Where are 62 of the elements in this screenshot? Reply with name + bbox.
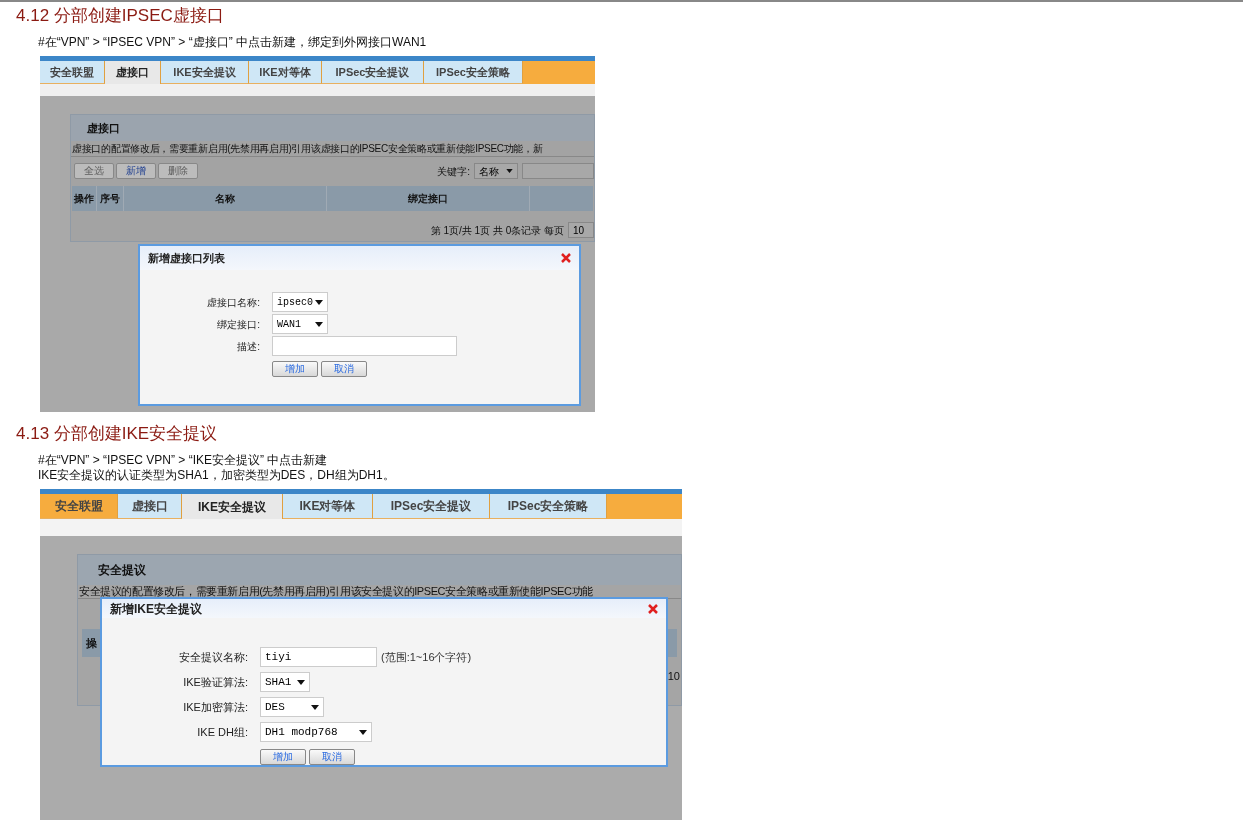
field-label: 绑定接口: <box>216 317 261 332</box>
column-header: 绑定接口 <box>327 186 530 211</box>
panel-title: 虚接口 <box>87 120 120 136</box>
dialog-button[interactable]: 取消 <box>309 749 355 765</box>
note-text: IKE安全提议的认证类型为SHA1，加密类型为DES，DH组为DH1。 <box>38 468 396 483</box>
keyword-label: 关键字: <box>437 164 470 179</box>
notice-text: 安全提议的配置修改后，需要重新启用(先禁用再启用)引用该安全提议的IPSEC安全策略或重新使能IPSEC功能 <box>79 584 593 600</box>
input-field[interactable]: tiyi <box>260 647 377 667</box>
page-size-field[interactable]: 10 <box>667 667 681 685</box>
tab[interactable]: IKE对等体 <box>249 61 322 84</box>
note-text: #在“VPN” > “IPSEC VPN” > “IKE安全提议” 中点击新建 <box>38 453 329 468</box>
dialog-button[interactable]: 增加 <box>272 361 318 377</box>
caret-icon <box>315 321 323 327</box>
field-label: IKE加密算法: <box>182 699 249 715</box>
tab[interactable]: IPSec安全提议 <box>373 494 490 519</box>
field-label: 描述: <box>236 339 261 354</box>
dialog-title: 新增IKE安全提议 <box>110 600 202 618</box>
tab[interactable]: IKE安全提议 <box>161 61 249 84</box>
input-field[interactable] <box>272 336 457 356</box>
pager-text: 第 1页/共 1页 共 0条记录 每页 <box>430 223 564 238</box>
caret-icon <box>506 169 513 173</box>
field-label: IKE验证算法: <box>182 674 249 690</box>
dialog-button[interactable]: 增加 <box>260 749 306 765</box>
caret-icon <box>311 704 319 710</box>
close-icon[interactable] <box>561 253 571 263</box>
tab[interactable]: IKE安全提议 <box>182 494 283 519</box>
dropdown[interactable]: ipsec0 <box>272 292 328 312</box>
note-text: #在“VPN” > “IPSEC VPN” > “虚接口” 中点击新建，绑定到外网接口WAN1 <box>38 35 428 50</box>
close-icon[interactable] <box>648 603 658 614</box>
dialog-button[interactable]: 取消 <box>321 361 367 377</box>
dropdown[interactable]: DH1 modp768 <box>260 722 372 742</box>
hint-text: (范围:1~16个字符) <box>381 649 472 665</box>
field-label: 安全提议名称: <box>177 649 249 665</box>
page-size-field[interactable]: 10 <box>568 222 594 238</box>
field-label: IKE DH组: <box>196 724 249 740</box>
column-header: 名称 <box>124 186 327 211</box>
dialog-title: 新增虚接口列表 <box>148 250 225 266</box>
field-label: 虚接口名称: <box>206 295 261 310</box>
caret-icon <box>297 679 305 685</box>
toolbar-button[interactable]: 新增 <box>116 163 156 179</box>
column-header: 序号 <box>97 186 124 211</box>
column-header: 操 <box>86 635 97 651</box>
dropdown[interactable]: 名称 <box>474 163 518 179</box>
caret-icon <box>359 729 367 735</box>
notice-text: 虚接口的配置修改后，需要重新启用(先禁用再启用)引用该虚接口的IPSEC安全策略或重新使能IPSEC功能，新 <box>72 142 543 156</box>
section-heading: 4.13 分部创建IKE安全提议 <box>15 423 219 445</box>
panel-title: 安全提议 <box>98 562 146 579</box>
tab[interactable]: IKE对等体 <box>283 494 373 519</box>
tab[interactable]: 虚接口 <box>118 494 182 519</box>
tab[interactable]: IPSec安全策略 <box>490 494 607 519</box>
tab[interactable]: 安全联盟 <box>40 494 118 519</box>
column-header: 操作 <box>72 186 97 211</box>
input-field[interactable] <box>522 163 594 179</box>
tab[interactable]: 安全联盟 <box>40 61 105 84</box>
dropdown[interactable]: SHA1 <box>260 672 310 692</box>
tab[interactable]: IPSec安全策略 <box>424 61 523 84</box>
section-heading: 4.12 分部创建IPSEC虚接口 <box>15 5 225 27</box>
dropdown[interactable]: DES <box>260 697 324 717</box>
tab[interactable]: IPSec安全提议 <box>322 61 424 84</box>
tab[interactable]: 虚接口 <box>105 61 161 84</box>
dropdown[interactable]: WAN1 <box>272 314 328 334</box>
caret-icon <box>315 299 323 305</box>
